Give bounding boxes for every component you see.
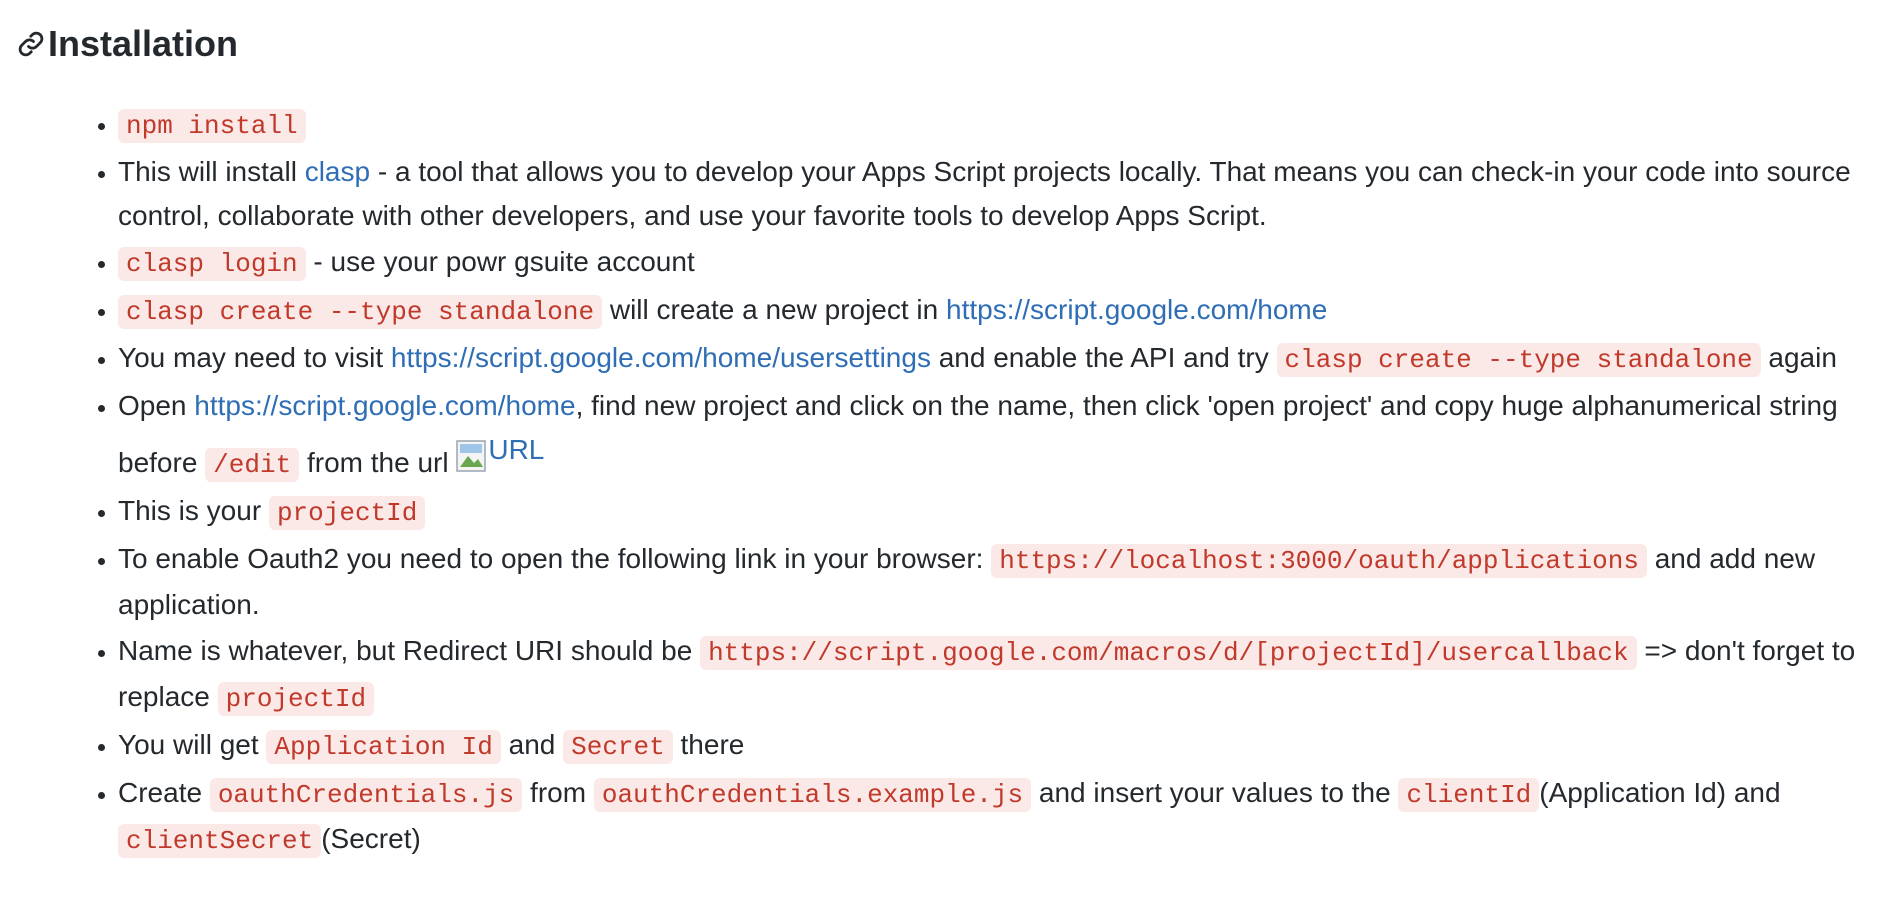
item-text: You may need to visit (118, 342, 391, 373)
item-text: (Secret) (321, 823, 421, 854)
broken-image-icon (456, 440, 487, 472)
list-item: This is your projectId (118, 489, 1864, 535)
item-text: To enable Oauth2 you need to open the fo… (118, 543, 992, 574)
list-item: You will get Application Id and Secret t… (118, 723, 1864, 769)
list-item: npm install (118, 102, 1864, 148)
list-item: Create oauthCredentials.js from oauthCre… (118, 771, 1864, 863)
item-text: will create a new project in (602, 294, 947, 325)
inline-code: Secret (563, 730, 673, 764)
list-item: Open https://script.google.com/home, fin… (118, 384, 1864, 487)
inline-code: clientSecret (118, 824, 322, 858)
inline-code: projectId (217, 682, 375, 716)
list-item: You may need to visit https://script.goo… (118, 336, 1864, 382)
list-item: Name is whatever, but Redirect URI shoul… (118, 629, 1864, 721)
image-alt-text: URL (488, 434, 545, 465)
item-text: and enable the API and try (930, 342, 1277, 373)
item-text: and insert your values to the (1031, 777, 1399, 808)
inline-code: Application Id (266, 730, 501, 764)
readme-section: Installation npm install This will insta… (0, 0, 1880, 863)
item-text: again (1760, 342, 1837, 373)
item-text: there (672, 729, 745, 760)
inline-code: clasp create --type standalone (1276, 343, 1761, 377)
inline-code: https://localhost:3000/oauth/application… (991, 544, 1647, 578)
item-text: - a tool that allows you to develop your… (118, 156, 1851, 231)
item-text: - use your powr gsuite account (305, 246, 695, 277)
inline-code: /edit (205, 448, 300, 482)
inline-code: projectId (268, 496, 426, 530)
installation-steps-list: npm install This will install clasp - a … (16, 102, 1864, 863)
section-heading: Installation (16, 16, 1864, 72)
item-text: Open (118, 390, 195, 421)
inline-code: oauthCredentials.example.js (593, 778, 1032, 812)
list-item: To enable Oauth2 you need to open the fo… (118, 537, 1864, 627)
list-item: clasp login - use your powr gsuite accou… (118, 240, 1864, 286)
item-text: You will get (118, 729, 267, 760)
inline-code: clasp login (118, 247, 306, 281)
heading-text: Installation (48, 23, 239, 64)
inline-code: npm install (118, 109, 306, 143)
inline-code: https://script.google.com/macros/d/[proj… (700, 636, 1637, 670)
item-text: and (500, 729, 564, 760)
item-text: This will install (118, 156, 305, 187)
clasp-link[interactable]: clasp (305, 156, 370, 187)
list-item: This will install clasp - a tool that al… (118, 150, 1864, 238)
link-anchor-icon[interactable] (16, 29, 46, 59)
item-text: (Application Id) and (1539, 777, 1781, 808)
item-text: This is your (118, 495, 269, 526)
item-text: from (522, 777, 594, 808)
script-home-link[interactable]: https://script.google.com/home (946, 294, 1327, 325)
item-text: from the url (299, 447, 457, 478)
list-item: clasp create --type standalone will crea… (118, 288, 1864, 334)
inline-code: clientId (1398, 778, 1540, 812)
item-text: Create (118, 777, 210, 808)
inline-code: clasp create --type standalone (118, 295, 603, 329)
item-text: Name is whatever, but Redirect URI shoul… (118, 635, 701, 666)
inline-code: oauthCredentials.js (209, 778, 523, 812)
url-image[interactable]: URL (456, 428, 544, 472)
usersettings-link[interactable]: https://script.google.com/home/usersetti… (391, 342, 931, 373)
script-home-link[interactable]: https://script.google.com/home (194, 390, 575, 421)
